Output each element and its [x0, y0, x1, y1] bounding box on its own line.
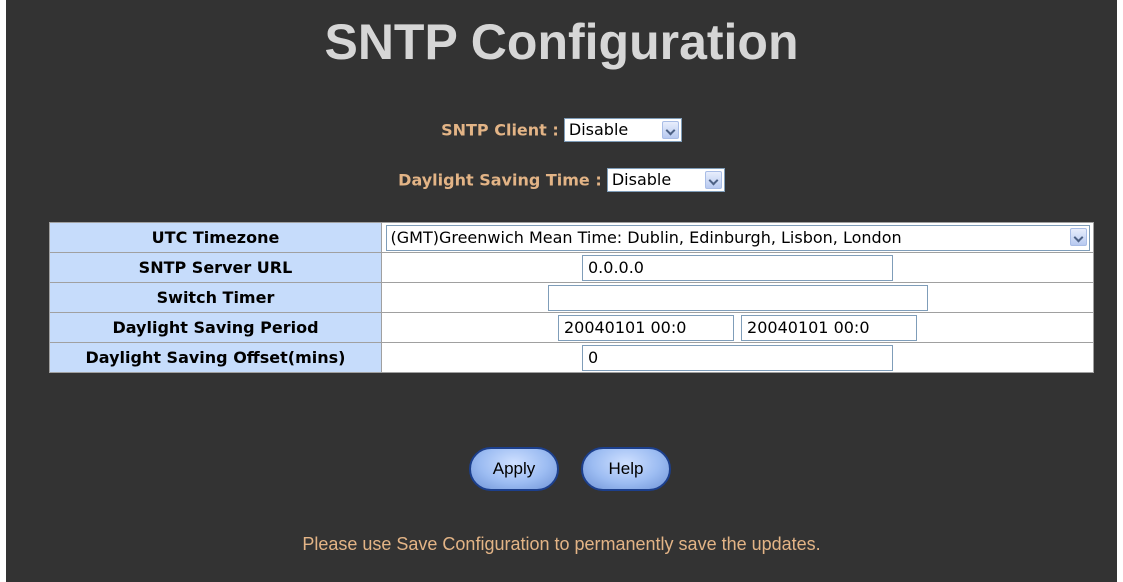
chevron-down-icon[interactable] — [661, 121, 679, 139]
switch-timer-input[interactable] — [547, 284, 928, 311]
dst-period-start-input[interactable]: 20040101 00:0 — [557, 314, 734, 341]
chevron-down-icon[interactable] — [704, 171, 722, 189]
dst-label: Daylight Saving Time : — [398, 170, 602, 190]
apply-button[interactable]: Apply — [469, 447, 559, 491]
page-title: SNTP Configuration — [324, 14, 799, 70]
table-row: Daylight Saving Period 20040101 00:0 200… — [49, 312, 1094, 343]
utc-timezone-select[interactable]: (GMT)Greenwich Mean Time: Dublin, Edinbu… — [385, 225, 1090, 251]
chevron-down-icon[interactable] — [1069, 228, 1087, 246]
table-row: Daylight Saving Offset(mins) 0 — [49, 342, 1094, 373]
table-row: Switch Timer — [49, 282, 1094, 313]
dst-period-end-input[interactable]: 20040101 00:0 — [741, 314, 918, 341]
utc-timezone-value: (GMT)Greenwich Mean Time: Dublin, Edinbu… — [390, 228, 902, 247]
sntp-client-label: SNTP Client : — [441, 120, 559, 140]
sntp-client-select[interactable]: Disable — [563, 118, 682, 142]
dst-offset-label: Daylight Saving Offset(mins) — [49, 342, 382, 373]
dst-value: Disable — [611, 170, 672, 189]
main-panel: SNTP Configuration SNTP Client : Disable… — [6, 0, 1117, 582]
dst-offset-input[interactable]: 0 — [582, 344, 893, 371]
sntp-client-value: Disable — [568, 120, 629, 139]
help-button[interactable]: Help — [581, 447, 671, 491]
dst-period-label: Daylight Saving Period — [49, 312, 382, 343]
dst-select[interactable]: Disable — [606, 168, 725, 192]
sntp-client-row: SNTP Client : Disable — [6, 118, 1117, 142]
dst-row: Daylight Saving Time : Disable — [6, 168, 1117, 192]
sntp-settings-table: UTC Timezone (GMT)Greenwich Mean Time: D… — [49, 222, 1094, 373]
server-url-input[interactable]: 0.0.0.0 — [582, 254, 893, 281]
save-note: Please use Save Configuration to permane… — [302, 534, 821, 554]
table-row: UTC Timezone (GMT)Greenwich Mean Time: D… — [49, 222, 1094, 253]
utc-timezone-label: UTC Timezone — [49, 222, 382, 253]
server-url-label: SNTP Server URL — [49, 252, 382, 283]
switch-timer-label: Switch Timer — [49, 282, 382, 313]
table-row: SNTP Server URL 0.0.0.0 — [49, 252, 1094, 283]
